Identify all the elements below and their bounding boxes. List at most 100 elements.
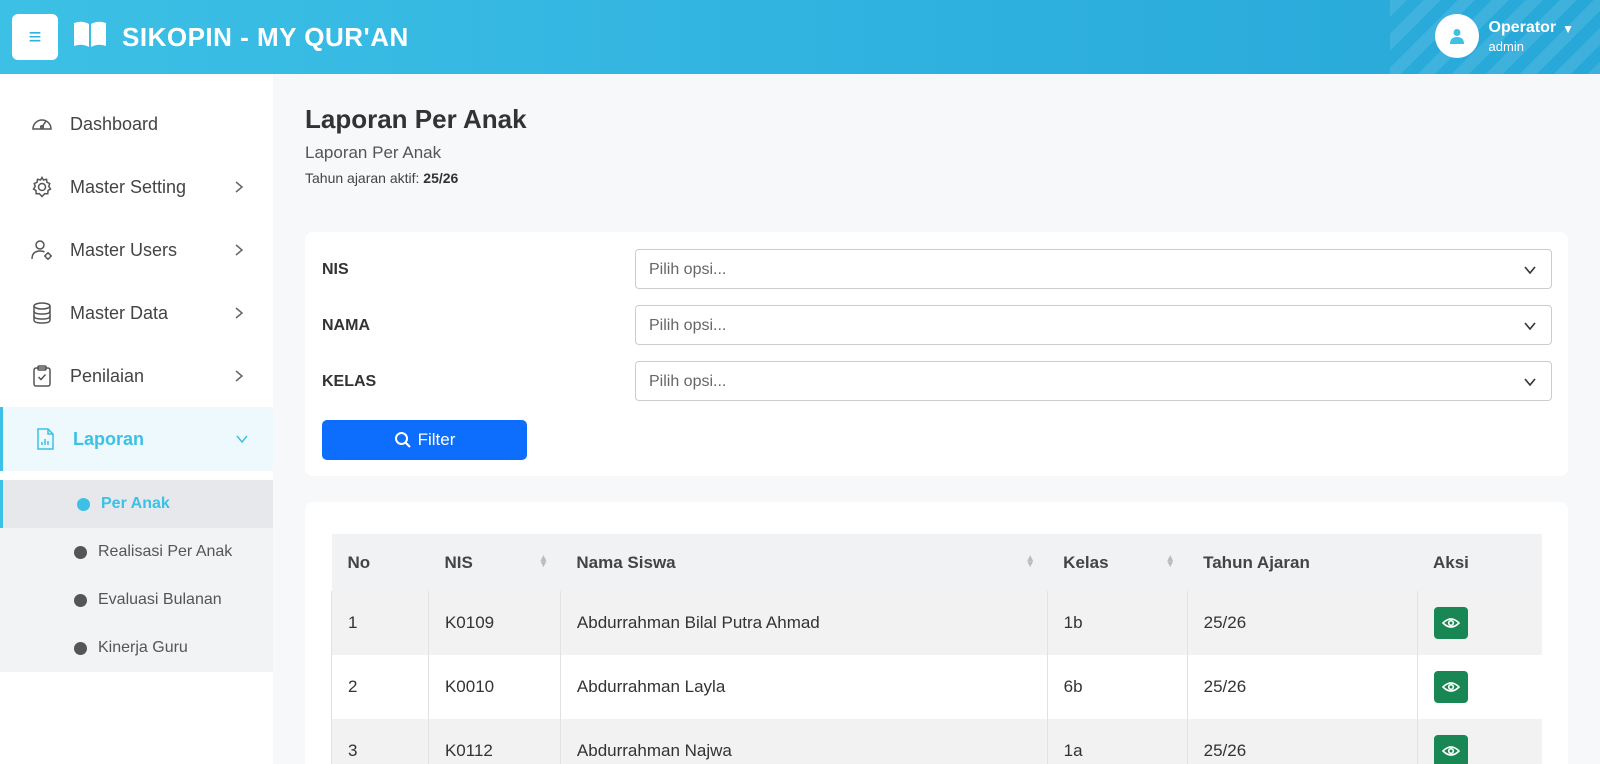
sidebar-item-label: Dashboard [70,113,159,134]
nama-select[interactable]: Pilih opsi... [635,305,1552,345]
cell-kelas: 1a [1046,719,1188,764]
sidebar-item-laporan[interactable]: Laporan [0,407,273,471]
bullet-dot-icon [74,641,87,655]
cell-kelas: 6b [1046,655,1188,719]
chevron-down-icon [236,435,248,444]
filter-button-label: Filter [417,430,456,449]
active-year-info: Tahun ajaran aktif: 25/26 [305,170,458,186]
column-header-nama-siswa[interactable]: Nama Siswa ▲ ▼ [560,534,1048,591]
chevron-down-icon [1524,378,1536,387]
chevron-right-icon [235,244,244,256]
cell-tahun-ajaran: 25/26 [1186,655,1417,719]
sidebar-item-label: Master Setting [70,176,187,197]
filter-button[interactable]: Filter [322,420,527,460]
cell-no: 1 [331,591,429,655]
gear-icon [32,176,52,198]
user-gear-icon [31,240,52,260]
view-button[interactable] [1433,607,1468,639]
search-icon [394,432,411,448]
nama-select-placeholder: Pilih opsi... [649,317,727,334]
column-header-no[interactable]: No [331,534,429,591]
database-icon [33,302,51,324]
submenu-item-label: Per Anak [101,495,170,512]
chevron-right-icon [235,307,244,319]
submenu-item-kinerja-guru[interactable]: Kinerja Guru [0,624,273,672]
eye-icon [1441,682,1460,692]
sort-icon: ▲ ▼ [538,553,549,570]
cell-nama-siswa: Abdurrahman Bilal Putra Ahmad [559,591,1048,655]
sidebar-item-master-data[interactable]: Master Data [0,281,273,345]
sort-icon: ▲ ▼ [1165,553,1176,570]
hamburger-icon: ≡ [28,24,42,49]
column-header-kelas[interactable]: Kelas ▲ ▼ [1047,534,1188,591]
page-title: Laporan Per Anak [305,104,527,134]
cell-tahun-ajaran: 25/26 [1186,591,1417,655]
sidebar-item-dashboard[interactable]: Dashboard [0,92,273,156]
chevron-down-icon [1524,322,1536,331]
kelas-select-placeholder: Pilih opsi... [649,373,727,390]
user-role: admin [1488,38,1524,54]
bullet-dot-icon [77,497,90,511]
user-name: Operator [1488,18,1557,36]
report-chart-icon [37,428,54,450]
view-button[interactable] [1433,671,1468,703]
chevron-right-icon [235,181,244,193]
eye-icon [1441,746,1460,756]
kelas-select[interactable]: Pilih opsi... [635,361,1552,401]
nis-select[interactable]: Pilih opsi... [635,249,1552,289]
cell-nis: K0010 [427,655,561,719]
bullet-dot-icon [74,545,87,559]
sort-icon: ▲ ▼ [1025,553,1036,570]
table-row: 3 K0112 Abdurrahman Najwa 1a 25/26 [331,719,1542,764]
sidebar-item-master-setting[interactable]: Master Setting [0,155,273,219]
column-header-aksi: Aksi [1417,534,1542,591]
bullet-dot-icon [74,593,87,607]
cell-nama-siswa: Abdurrahman Layla [559,655,1048,719]
cell-nama-siswa: Abdurrahman Najwa [559,719,1048,764]
column-header-tahun-ajaran[interactable]: Tahun Ajaran [1187,534,1417,591]
cell-aksi [1416,655,1542,719]
sidebar-item-label: Laporan [73,428,145,449]
brand-title: SIKOPIN - MY QUR'AN [122,22,409,52]
sidebar-item-label: Master Data [70,302,169,323]
cell-aksi [1416,591,1542,655]
nis-select-placeholder: Pilih opsi... [649,261,727,278]
results-table: No NIS ▲ ▼ Nama Siswa ▲ ▼ Kelas ▲ ▼ Tahun Ajar… [331,534,1542,764]
user-menu[interactable]: Operator admin ▼ [1434,14,1574,58]
submenu-item-realisasi-per-anak[interactable]: Realisasi Per Anak [0,528,273,576]
cell-nis: K0112 [427,719,561,764]
cell-no: 2 [331,655,429,719]
view-button[interactable] [1433,735,1468,764]
cell-aksi [1416,719,1542,764]
nama-label: NAMA [322,317,370,334]
sidebar-item-master-users[interactable]: Master Users [0,218,273,282]
laporan-submenu: Per Anak Realisasi Per Anak Evaluasi Bul… [0,480,273,672]
sidebar-item-label: Penilaian [70,365,145,386]
clipboard-check-icon [33,365,51,387]
cell-tahun-ajaran: 25/26 [1186,719,1417,764]
kelas-label: KELAS [322,373,377,390]
cell-kelas: 1b [1046,591,1188,655]
page-subtitle: Laporan Per Anak [305,143,442,162]
submenu-item-label: Kinerja Guru [98,639,188,656]
filter-card: NIS Pilih opsi... NAMA Pilih opsi... KEL… [305,232,1568,476]
nis-label: NIS [322,261,349,278]
table-row: 1 K0109 Abdurrahman Bilal Putra Ahmad 1b… [331,591,1542,655]
table-row: 2 K0010 Abdurrahman Layla 6b 25/26 [331,655,1542,719]
table-header-row: No NIS ▲ ▼ Nama Siswa ▲ ▼ Kelas ▲ ▼ Tahun Ajar… [331,534,1542,591]
sidebar: Dashboard Master Setting Master Users Ma… [0,74,273,764]
caret-down-icon: ▼ [1562,22,1574,36]
column-header-nis[interactable]: NIS ▲ ▼ [428,534,561,591]
submenu-item-label: Realisasi Per Anak [98,543,233,560]
submenu-item-evaluasi-bulanan[interactable]: Evaluasi Bulanan [0,576,273,624]
speedometer-icon [32,119,52,130]
active-year-label: Tahun ajaran aktif: [305,170,420,186]
submenu-item-per-anak[interactable]: Per Anak [0,480,273,528]
user-icon [1449,29,1464,44]
book-icon [74,21,106,47]
sidebar-item-penilaian[interactable]: Penilaian [0,344,273,408]
sidebar-toggle-button[interactable]: ≡ [12,14,58,60]
sidebar-item-label: Master Users [70,239,178,260]
avatar [1434,14,1479,58]
eye-icon [1441,618,1460,628]
